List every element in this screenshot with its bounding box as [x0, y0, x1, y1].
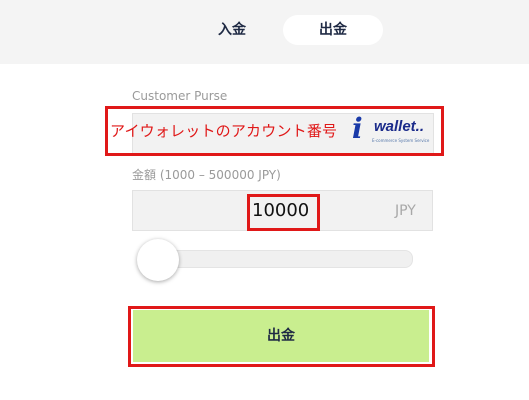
- tab-deposit[interactable]: 入金: [196, 15, 268, 45]
- tab-withdraw[interactable]: 出金: [283, 15, 383, 45]
- amount-highlight-box: [247, 194, 320, 231]
- submit-highlight-box: [128, 306, 435, 367]
- amount-label: 金額 (1000 – 500000 JPY): [132, 168, 281, 182]
- customer-purse-label: Customer Purse: [132, 89, 228, 103]
- amount-unit: JPY: [395, 203, 416, 219]
- amount-slider-thumb[interactable]: [137, 239, 179, 281]
- purse-highlight-box: [105, 106, 444, 156]
- amount-slider-track[interactable]: [138, 250, 413, 268]
- header-bar: 入金 出金: [0, 0, 529, 64]
